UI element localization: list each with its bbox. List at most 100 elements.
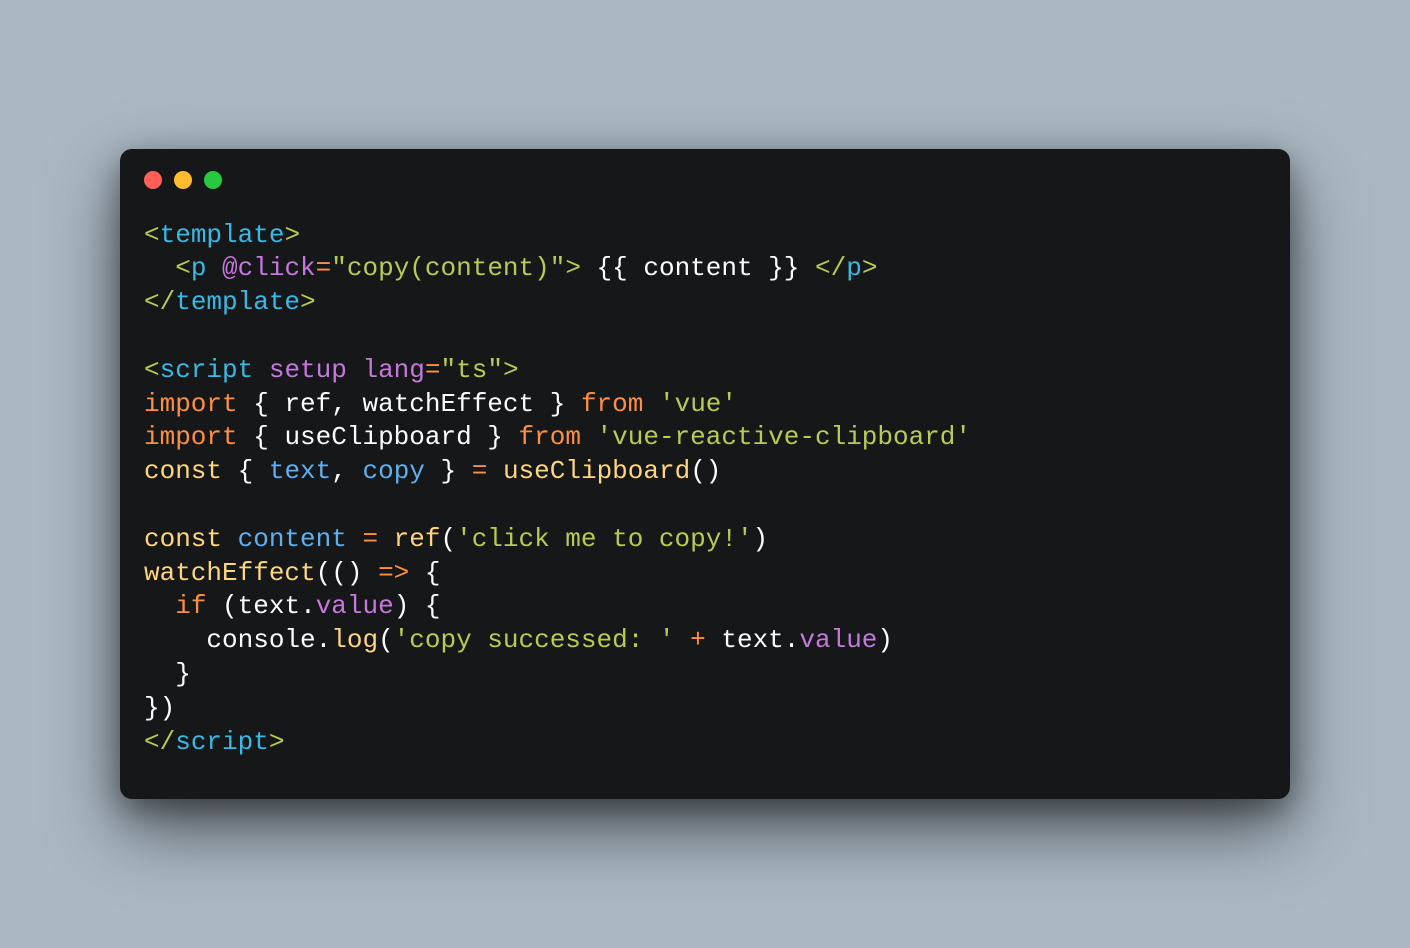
code-line-07: import { useClipboard } from 'vue-reacti… xyxy=(144,422,971,452)
space xyxy=(409,591,425,621)
fn-log: log xyxy=(331,625,378,655)
space xyxy=(409,558,425,588)
traffic-light-zoom-icon[interactable] xyxy=(204,171,222,189)
paren-close: ) xyxy=(394,591,410,621)
code-line-02: <p @click="copy(content)"> {{ content }}… xyxy=(144,253,877,283)
string-ts: ts xyxy=(456,355,487,385)
dot-icon: . xyxy=(316,625,332,655)
angle-close: > xyxy=(565,253,581,283)
space xyxy=(487,456,503,486)
prop-value: value xyxy=(316,591,394,621)
brace-open: { xyxy=(425,591,441,621)
kw-import: import xyxy=(144,389,238,419)
angle-open: < xyxy=(175,253,191,283)
dot-icon: . xyxy=(300,591,316,621)
parens: () xyxy=(690,456,721,486)
code-line-15: }) xyxy=(144,693,175,723)
indent xyxy=(144,591,175,621)
prop-value: value xyxy=(799,625,877,655)
brace-close: }) xyxy=(144,693,175,723)
brace-open: { xyxy=(253,422,284,452)
brace-close: } xyxy=(534,389,565,419)
template-text: {{ content }} xyxy=(581,253,815,283)
space xyxy=(238,422,254,452)
traffic-light-minimize-icon[interactable] xyxy=(174,171,192,189)
string-copy: copy(content) xyxy=(347,253,550,283)
brace-open: { xyxy=(425,558,441,588)
equals-icon: = xyxy=(362,524,378,554)
angle-close: > xyxy=(269,727,285,757)
ident-console: console xyxy=(206,625,315,655)
angle-close: > xyxy=(503,355,519,385)
space xyxy=(503,422,519,452)
fn-useClipboard: useClipboard xyxy=(503,456,690,486)
code-line-08: const { text, copy } = useClipboard() xyxy=(144,456,721,486)
editor-window: <template> <p @click="copy(content)"> {{… xyxy=(120,149,1290,800)
space xyxy=(206,591,222,621)
space xyxy=(362,558,378,588)
brace-open: { xyxy=(238,456,269,486)
paren-open: ( xyxy=(440,524,456,554)
equals-icon: = xyxy=(425,355,441,385)
comma: , xyxy=(331,456,362,486)
brace-close: } xyxy=(425,456,456,486)
string-click: 'click me to copy!' xyxy=(456,524,752,554)
code-line-10: const content = ref('click me to copy!') xyxy=(144,524,768,554)
angle-close-open: </ xyxy=(144,727,175,757)
space xyxy=(238,389,254,419)
fn-watchEffect: watchEffect xyxy=(144,558,316,588)
indent xyxy=(144,625,206,655)
kw-import: import xyxy=(144,422,238,452)
space xyxy=(206,253,222,283)
decl-content: content xyxy=(238,524,347,554)
code-line-06: import { ref, watchEffect } from 'vue' xyxy=(144,389,737,419)
tag-p-close: p xyxy=(846,253,862,283)
quote-close: " xyxy=(487,355,503,385)
angle-close-open: </ xyxy=(144,287,175,317)
code-line-16: </script> xyxy=(144,727,284,757)
code-line-05: <script setup lang="ts"> xyxy=(144,355,519,385)
quote-open: " xyxy=(331,253,347,283)
kw-const: const xyxy=(144,456,222,486)
brace-open: { xyxy=(253,389,284,419)
space xyxy=(581,422,597,452)
decl-text: text xyxy=(269,456,331,486)
code-line-03: </template> xyxy=(144,287,316,317)
string-msg: 'copy successed: ' xyxy=(394,625,675,655)
canvas-background: <template> <p @click="copy(content)"> {{… xyxy=(0,0,1410,948)
space xyxy=(253,355,269,385)
quote-close: " xyxy=(550,253,566,283)
fn-ref: ref xyxy=(394,524,441,554)
kw-from: from xyxy=(519,422,581,452)
angle-close-open: </ xyxy=(815,253,846,283)
kw-from: from xyxy=(581,389,643,419)
paren-close: ) xyxy=(347,558,363,588)
brace-close: } xyxy=(175,659,191,689)
angle-open: < xyxy=(144,355,160,385)
space xyxy=(565,389,581,419)
space xyxy=(675,625,691,655)
kw-const: const xyxy=(144,524,222,554)
indent xyxy=(144,253,175,283)
space xyxy=(347,524,363,554)
paren-close: ) xyxy=(753,524,769,554)
string-pkg: 'vue-reactive-clipboard' xyxy=(597,422,971,452)
ident-text: text xyxy=(721,625,783,655)
angle-open: < xyxy=(144,220,160,250)
string-vue: 'vue' xyxy=(659,389,737,419)
paren-open: ( xyxy=(222,591,238,621)
attr-click: @click xyxy=(222,253,316,283)
code-line-14: } xyxy=(144,659,191,689)
space xyxy=(378,524,394,554)
arrow-icon: => xyxy=(378,558,409,588)
dot-icon: . xyxy=(784,625,800,655)
equals-icon: = xyxy=(472,456,488,486)
code-line-13: console.log('copy successed: ' + text.va… xyxy=(144,625,893,655)
angle-close: > xyxy=(300,287,316,317)
code-line-12: if (text.value) { xyxy=(144,591,441,621)
ident-watchEffect: watchEffect xyxy=(362,389,534,419)
equals-icon: = xyxy=(316,253,332,283)
plus-icon: + xyxy=(690,625,706,655)
kw-if: if xyxy=(175,591,206,621)
traffic-light-close-icon[interactable] xyxy=(144,171,162,189)
